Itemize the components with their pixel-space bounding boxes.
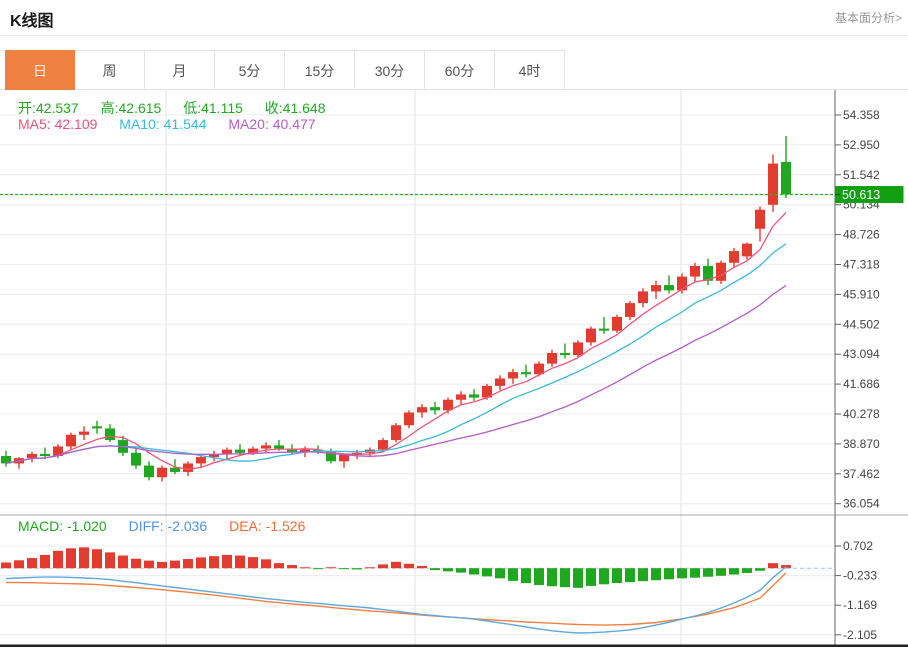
tab-15min[interactable]: 15分	[285, 50, 355, 90]
macd-info: MACD: -1.020 DIFF: -2.036 DEA: -1.526	[18, 518, 323, 534]
close-value: 收:41.648	[265, 100, 326, 116]
kline-page: K线图 基本面分析> 日周月5分15分30分60分4时 54.358 52.950…	[0, 0, 908, 648]
tab-week[interactable]: 周	[75, 50, 145, 90]
svg-text:40.278: 40.278	[843, 407, 880, 421]
svg-text:37.462: 37.462	[843, 467, 880, 481]
svg-text:-1.169: -1.169	[843, 598, 877, 612]
high-value: 高:42.615	[101, 100, 162, 116]
tab-month[interactable]: 月	[145, 50, 215, 90]
page-header: K线图 基本面分析>	[0, 0, 908, 36]
svg-text:52.950: 52.950	[843, 138, 880, 152]
svg-text:45.910: 45.910	[843, 287, 880, 301]
open-value: 开:42.537	[18, 100, 79, 116]
svg-text:48.726: 48.726	[843, 228, 880, 242]
svg-text:47.318: 47.318	[843, 258, 880, 272]
fundamental-analysis-link[interactable]: 基本面分析>	[835, 9, 902, 26]
svg-text:41.686: 41.686	[843, 377, 880, 391]
tab-60min[interactable]: 60分	[425, 50, 495, 90]
svg-text:0.702: 0.702	[843, 539, 873, 553]
svg-text:51.542: 51.542	[843, 168, 880, 182]
ma5-value: MA5: 42.109	[18, 116, 97, 132]
chart-area: 54.35852.95051.54250.13448.72647.31845.9…	[0, 90, 908, 648]
low-value: 低:41.115	[183, 100, 243, 116]
tab-5min[interactable]: 5分	[215, 50, 285, 90]
diff-value: DIFF: -2.036	[129, 518, 208, 534]
svg-text:54.358: 54.358	[843, 108, 880, 122]
ma20-value: MA20: 40.477	[228, 116, 315, 132]
svg-text:44.502: 44.502	[843, 317, 880, 331]
current-price-badge: 50.613	[842, 188, 880, 202]
ma-info: MA5: 42.109 MA10: 41.544 MA20: 40.477	[18, 116, 334, 132]
tab-day[interactable]: 日	[5, 50, 75, 90]
svg-text:43.094: 43.094	[843, 347, 880, 361]
kline-chart-canvas[interactable]: 54.35852.95051.54250.13448.72647.31845.9…	[0, 90, 908, 648]
svg-text:-2.105: -2.105	[843, 628, 877, 642]
svg-text:38.870: 38.870	[843, 437, 880, 451]
ma10-value: MA10: 41.544	[119, 116, 206, 132]
dea-value: DEA: -1.526	[229, 518, 305, 534]
tab-4hour[interactable]: 4时	[495, 50, 565, 90]
tab-30min[interactable]: 30分	[355, 50, 425, 90]
page-title: K线图	[10, 7, 54, 31]
ohlc-info: 开:42.537 高:42.615 低:41.115 收:41.648	[18, 98, 344, 118]
macd-value: MACD: -1.020	[18, 518, 107, 534]
svg-text:-0.233: -0.233	[843, 569, 877, 583]
interval-tabs: 日周月5分15分30分60分4时	[0, 50, 908, 90]
svg-text:36.054: 36.054	[843, 497, 880, 511]
